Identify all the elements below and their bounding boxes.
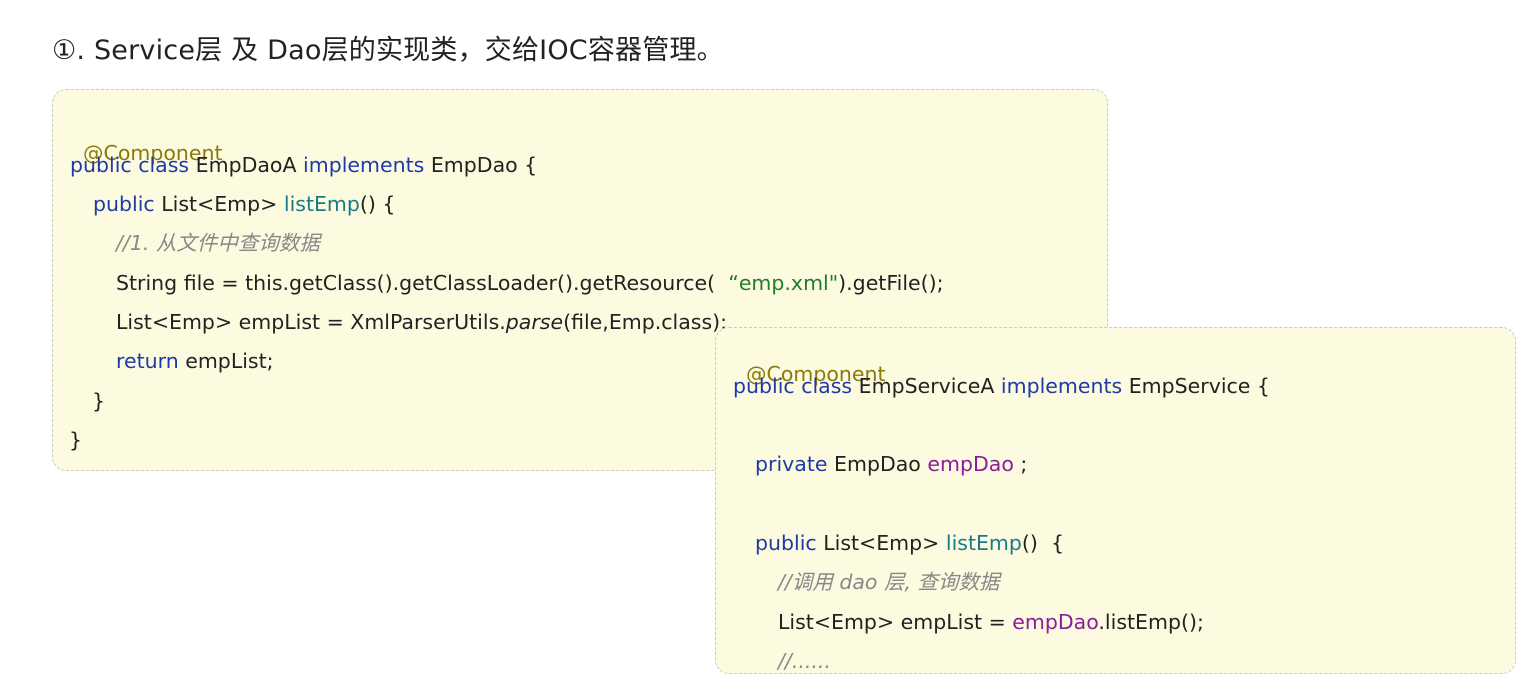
code-text: List<Emp> empList = [778, 610, 1013, 634]
code-text: List<Emp> empList = XmlParserUtils. [116, 310, 506, 334]
svc-call-line: List<Emp> empList = empDao.listEmp(); [778, 608, 1204, 636]
keyword-private: private [755, 452, 828, 476]
keyword-public: public [733, 374, 795, 398]
keyword-implements: implements [303, 153, 425, 177]
page-heading: ①. Service层 及 Dao层的实现类，交给IOC容器管理。 [52, 35, 724, 66]
method-params: () { [359, 192, 396, 216]
class-name: EmpServiceA [858, 374, 995, 398]
parse-method: parse [505, 310, 564, 334]
svc-comment-line: //调用 dao 层, 查询数据 [778, 570, 1000, 594]
dao-comment-line: //1. 从文件中查询数据 [116, 231, 320, 255]
field-name: empDao [927, 452, 1014, 476]
code-text: String file = this.getClass().getClassLo… [116, 271, 716, 295]
string-literal: “emp.xml" [728, 271, 839, 295]
method-params: () { [1021, 531, 1064, 555]
code-text: (file,Emp.class); [563, 310, 728, 334]
keyword-public: public [93, 192, 155, 216]
keyword-public: public [755, 531, 817, 555]
return-type: List<Emp> [161, 192, 278, 216]
dao-method-declaration: public List<Emp> listEmp() { [93, 190, 395, 218]
dao-return-line: return empList; [116, 347, 274, 375]
code-text: ).getFile(); [838, 271, 944, 295]
svc-ellipsis-comment: //...... [778, 649, 831, 673]
dao-parse-line: List<Emp> empList = XmlParserUtils.parse… [116, 308, 727, 336]
dao-class-declaration: public class EmpDaoA implements EmpDao { [70, 151, 537, 179]
keyword-public: public [70, 153, 132, 177]
method-name: listEmp [945, 531, 1022, 555]
dao-method-close-brace: } [92, 389, 106, 413]
svc-method-declaration: public List<Emp> listEmp() { [755, 529, 1064, 557]
keyword-return: return [116, 349, 179, 373]
return-type: List<Emp> [823, 531, 940, 555]
keyword-class: class [801, 374, 853, 398]
keyword-implements: implements [1000, 374, 1123, 398]
code-text: .listEmp(); [1098, 610, 1204, 634]
dao-file-line: String file = this.getClass().getClassLo… [116, 269, 944, 297]
code-text: empList; [185, 349, 274, 373]
keyword-class: class [138, 153, 190, 177]
interface-name: EmpService { [1128, 374, 1270, 398]
interface-name: EmpDao { [430, 153, 538, 177]
dao-class-close-brace: } [69, 428, 83, 452]
field-type: EmpDao [834, 452, 921, 476]
field-name: empDao [1012, 610, 1099, 634]
method-name: listEmp [283, 192, 360, 216]
dao-annotation-line: @Component [70, 111, 223, 165]
svc-annotation-line: @Component [733, 332, 886, 386]
svc-field-declaration: private EmpDao empDao ; [755, 450, 1027, 478]
svc-class-declaration: public class EmpServiceA implements EmpS… [733, 372, 1270, 400]
semicolon: ; [1020, 452, 1028, 476]
